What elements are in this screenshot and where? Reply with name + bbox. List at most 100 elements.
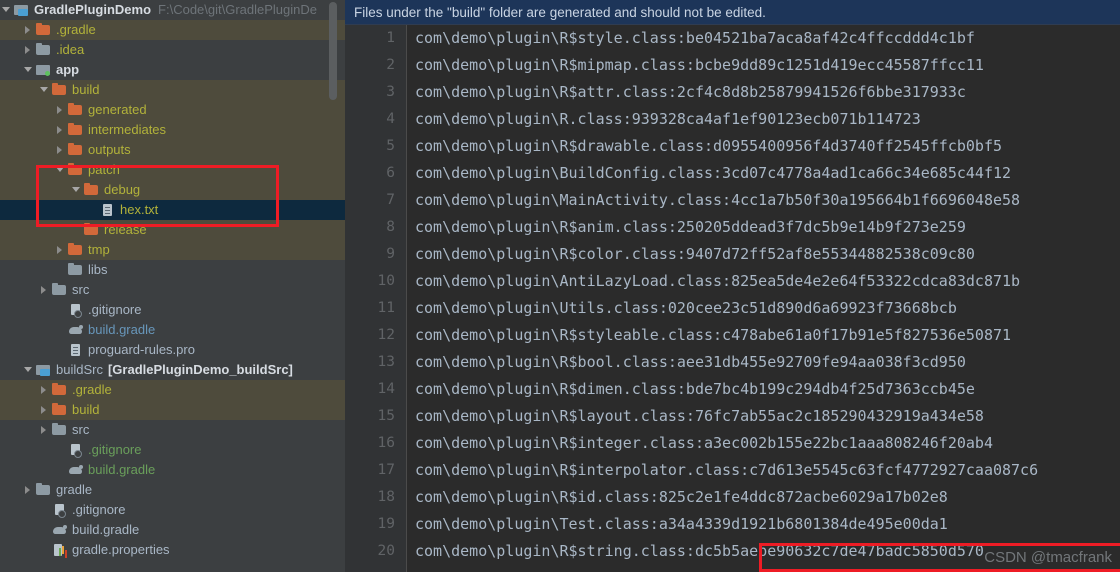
code-line-text: com\demo\plugin\R$layout.class:76fc7ab55… xyxy=(415,407,984,425)
chevron-down-icon[interactable] xyxy=(22,60,35,80)
chevron-down-icon[interactable] xyxy=(0,0,13,20)
no-chevron-spacer xyxy=(54,320,67,340)
chevron-right-icon[interactable] xyxy=(54,240,67,260)
chevron-right-icon[interactable] xyxy=(38,280,51,300)
code-area[interactable]: 1 2 3 4 5 6 7 8 9 10 11 12 13 14 15 16 17 18 19 20 com\demo… xyxy=(345,25,1120,572)
line-number: 10 xyxy=(377,273,395,289)
code-line[interactable]: com\demo\plugin\R$style.class:be04521ba7… xyxy=(408,25,1120,52)
tree-item-label: tmp xyxy=(88,242,110,257)
tree-item-outputs[interactable]: outputs xyxy=(0,140,345,160)
tree-item-debug[interactable]: debug xyxy=(0,180,345,200)
code-line-text: com\demo\plugin\R$integer.class:a3ec002b… xyxy=(415,434,993,452)
tree-item-release[interactable]: release xyxy=(0,220,345,240)
tree-item-hex-txt[interactable]: hex.txt xyxy=(0,200,345,220)
code-line[interactable]: com\demo\plugin\R.class:939328ca4af1ef90… xyxy=(408,106,1120,133)
tree-item-build-gradle[interactable]: build.gradle xyxy=(0,520,345,540)
chevron-right-icon[interactable] xyxy=(38,420,51,440)
code-line[interactable]: com\demo\plugin\R$attr.class:2cf4c8d8b25… xyxy=(408,79,1120,106)
no-chevron-spacer xyxy=(54,340,67,360)
tree-item-patch[interactable]: patch xyxy=(0,160,345,180)
tree-item-gradle[interactable]: gradle xyxy=(0,480,345,500)
tree-item-src[interactable]: src xyxy=(0,420,345,440)
code-line[interactable]: com\demo\plugin\R$string.class:dc5b5aebe… xyxy=(408,538,1120,565)
chevron-right-icon[interactable] xyxy=(54,140,67,160)
chevron-down-icon[interactable] xyxy=(22,360,35,380)
no-chevron-spacer xyxy=(38,520,51,540)
code-line[interactable]: com\demo\plugin\R$drawable.class:d095540… xyxy=(408,133,1120,160)
chevron-right-icon[interactable] xyxy=(38,380,51,400)
code-line[interactable]: com\demo\plugin\AntiLazyLoad.class:825ea… xyxy=(408,268,1120,295)
code-line[interactable]: com\demo\plugin\R$layout.class:76fc7ab55… xyxy=(408,403,1120,430)
code-line[interactable]: com\demo\plugin\BuildConfig.class:3cd07c… xyxy=(408,160,1120,187)
tree-item-src[interactable]: src xyxy=(0,280,345,300)
tree-item-app[interactable]: app xyxy=(0,60,345,80)
tree-item-libs[interactable]: libs xyxy=(0,260,345,280)
tree-item-label: src xyxy=(72,282,90,297)
tree-item-intermediates[interactable]: intermediates xyxy=(0,120,345,140)
code-line-text: com\demo\plugin\R$mipmap.class:bcbe9dd89… xyxy=(415,56,984,74)
tree-item-gradle[interactable]: .gradle xyxy=(0,20,345,40)
tree-item-label: build.gradle xyxy=(88,322,156,337)
chevron-right-icon[interactable] xyxy=(54,120,67,140)
code-line[interactable]: com\demo\plugin\R$color.class:9407d72ff5… xyxy=(408,241,1120,268)
code-line[interactable]: com\demo\plugin\Test.class:a34a4339d1921… xyxy=(408,511,1120,538)
tree-item-gitignore[interactable]: .gitignore xyxy=(0,500,345,520)
gitignore-icon xyxy=(51,502,68,518)
code-line[interactable]: com\demo\plugin\R$integer.class:a3ec002b… xyxy=(408,430,1120,457)
tree-item-gradle-properties[interactable]: gradle.properties xyxy=(0,540,345,560)
tree-item-label: gradle xyxy=(56,482,93,497)
tree-item-build-gradle[interactable]: build.gradle xyxy=(0,460,345,480)
gitignore-icon xyxy=(67,442,84,458)
code-line[interactable]: com\demo\plugin\R$interpolator.class:c7d… xyxy=(408,457,1120,484)
code-line[interactable]: com\demo\plugin\Utils.class:020cee23c51d… xyxy=(408,295,1120,322)
chevron-right-icon[interactable] xyxy=(38,400,51,420)
chevron-down-icon[interactable] xyxy=(38,80,51,100)
code-line[interactable]: com\demo\plugin\R$styleable.class:c478ab… xyxy=(408,322,1120,349)
tree-item-label: .gitignore xyxy=(88,442,142,457)
tree-scrollbar-thumb[interactable] xyxy=(329,2,337,100)
tree-item-build[interactable]: build xyxy=(0,400,345,420)
generated-files-notice-bar: Files under the "build" folder are gener… xyxy=(345,0,1120,25)
tree-item-label: generated xyxy=(88,102,147,117)
tree-item-label: .gradle xyxy=(72,382,112,397)
tree-item-build[interactable]: build xyxy=(0,80,345,100)
chevron-right-icon[interactable] xyxy=(22,40,35,60)
code-line[interactable]: com\demo\plugin\R$anim.class:250205ddead… xyxy=(408,214,1120,241)
folder-orange-icon xyxy=(67,242,84,258)
code-content[interactable]: com\demo\plugin\R$style.class:be04521ba7… xyxy=(408,25,1120,572)
tree-row-project-root[interactable]: GradlePluginDemo F:\Code\git\GradlePlugi… xyxy=(0,0,345,20)
folder-orange-icon xyxy=(51,382,68,398)
tree-item-tmp[interactable]: tmp xyxy=(0,240,345,260)
tree-item-label: patch xyxy=(88,162,120,177)
code-line[interactable]: com\demo\plugin\R$bool.class:aee31db455e… xyxy=(408,349,1120,376)
tree-item-gitignore[interactable]: .gitignore xyxy=(0,440,345,460)
gradle-icon xyxy=(67,322,84,338)
tree-item-gradle[interactable]: .gradle xyxy=(0,380,345,400)
no-chevron-spacer xyxy=(54,460,67,480)
tree-item-build-gradle[interactable]: build.gradle xyxy=(0,320,345,340)
tree-item-gitignore[interactable]: .gitignore xyxy=(0,300,345,320)
line-number: 3 xyxy=(386,84,395,100)
chevron-right-icon[interactable] xyxy=(22,480,35,500)
chevron-down-icon[interactable] xyxy=(70,180,83,200)
code-line-text: com\demo\plugin\R$drawable.class:d095540… xyxy=(415,137,1002,155)
code-line[interactable]: com\demo\plugin\R$mipmap.class:bcbe9dd89… xyxy=(408,52,1120,79)
code-line[interactable]: com\demo\plugin\MainActivity.class:4cc1a… xyxy=(408,187,1120,214)
code-line[interactable]: com\demo\plugin\R$id.class:825c2e1fe4ddc… xyxy=(408,484,1120,511)
chevron-down-icon[interactable] xyxy=(54,160,67,180)
tree-item-idea[interactable]: .idea xyxy=(0,40,345,60)
tree-item-proguard-rules-pro[interactable]: proguard-rules.pro xyxy=(0,340,345,360)
code-line-text: com\demo\plugin\R$string.class:dc5b5aebe… xyxy=(415,542,984,560)
tree-scrollbar-track[interactable] xyxy=(329,0,341,572)
chevron-right-icon[interactable] xyxy=(54,100,67,120)
tree-item-buildsrc[interactable]: buildSrc [GradlePluginDemo_buildSrc] xyxy=(0,360,345,380)
tree-item-generated[interactable]: generated xyxy=(0,100,345,120)
code-line[interactable]: com\demo\plugin\R$dimen.class:bde7bc4b19… xyxy=(408,376,1120,403)
chevron-right-icon[interactable] xyxy=(22,20,35,40)
